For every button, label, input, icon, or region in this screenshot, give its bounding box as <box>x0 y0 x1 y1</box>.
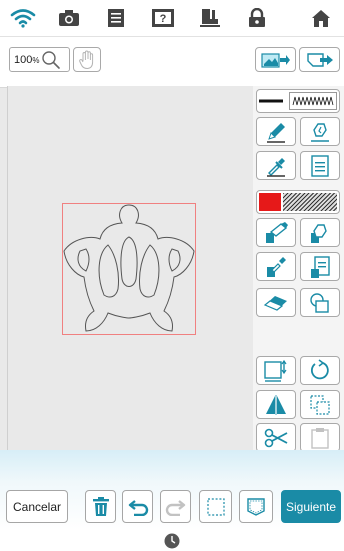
overlap-shapes-icon <box>308 291 332 315</box>
line-properties-button[interactable] <box>300 151 340 180</box>
fill-properties-icon <box>309 255 331 279</box>
trash-icon <box>92 496 110 517</box>
home-icon[interactable] <box>306 6 336 30</box>
magnifier-icon <box>41 50 61 70</box>
pan-button[interactable] <box>73 47 101 72</box>
flip-icon <box>264 394 288 416</box>
redo-button[interactable] <box>160 490 191 523</box>
wifi-icon[interactable] <box>8 6 38 30</box>
pen-button[interactable] <box>256 117 296 146</box>
fill-color-swatch <box>259 193 281 211</box>
document-icon[interactable] <box>101 6 131 30</box>
import-button[interactable] <box>255 47 296 72</box>
fill-eyedropper-icon <box>264 255 288 279</box>
lock-icon[interactable] <box>242 6 272 30</box>
fill-properties-button[interactable] <box>300 252 340 281</box>
line-eyedropper-button[interactable] <box>256 151 296 180</box>
pocket-button[interactable] <box>239 490 273 523</box>
delete-button[interactable] <box>85 490 116 523</box>
resize-button[interactable] <box>256 356 296 385</box>
line-eraser-button[interactable] <box>300 117 340 146</box>
svg-text:?: ? <box>160 13 167 25</box>
eraser-fill-icon <box>308 221 332 245</box>
help-icon[interactable]: ? <box>148 6 178 30</box>
undo-icon <box>127 498 149 516</box>
zoom-button[interactable]: 100 % <box>9 47 70 72</box>
flip-button[interactable] <box>256 390 296 419</box>
line-style-button[interactable] <box>256 89 340 113</box>
cut-button[interactable] <box>256 423 296 452</box>
status-strip <box>0 530 344 551</box>
eraser-icon <box>263 293 289 313</box>
clipboard-icon <box>310 426 330 450</box>
eyedropper-icon <box>264 154 288 178</box>
fill-eyedropper-button[interactable] <box>256 252 296 281</box>
fill-bucket-button[interactable] <box>256 218 296 247</box>
duplicate-icon <box>308 393 332 417</box>
export-icon <box>305 51 335 69</box>
select-area-button[interactable] <box>199 490 232 523</box>
duplicate-button[interactable] <box>300 390 340 419</box>
fill-eraser-button[interactable] <box>300 218 340 247</box>
select-shape-button[interactable] <box>300 288 340 317</box>
drawing-canvas[interactable] <box>7 86 254 450</box>
hand-icon <box>78 50 96 70</box>
eraser-button[interactable] <box>256 288 296 317</box>
zoom-value: 100 <box>14 53 33 66</box>
redo-icon <box>165 498 187 516</box>
next-button[interactable]: Siguiente <box>281 490 341 523</box>
dashed-select-icon <box>206 497 226 517</box>
turtle-outline[interactable] <box>62 203 196 335</box>
camera-icon[interactable] <box>54 6 84 30</box>
solid-line-icon <box>259 98 283 104</box>
resize-icon <box>263 359 289 383</box>
zigzag-stitch-icon <box>289 92 337 110</box>
paste-button[interactable] <box>300 423 340 452</box>
clock-icon <box>164 533 180 549</box>
pocket-icon <box>246 497 266 517</box>
paint-brush-icon <box>263 221 289 245</box>
eraser-line-icon <box>308 120 332 144</box>
pen-icon <box>264 120 288 144</box>
cancel-button[interactable]: Cancelar <box>6 490 68 523</box>
fill-swatch-button[interactable] <box>256 190 340 214</box>
zoom-unit: % <box>32 56 40 65</box>
scissors-icon <box>263 428 289 448</box>
export-button[interactable] <box>299 47 340 72</box>
properties-sheet-icon <box>310 154 330 178</box>
rotate-icon <box>308 358 332 383</box>
import-image-icon <box>260 51 291 69</box>
rotate-button[interactable] <box>300 356 340 385</box>
machine-icon[interactable] <box>195 6 225 30</box>
fill-pattern-icon <box>283 193 337 211</box>
undo-button[interactable] <box>122 490 153 523</box>
top-bar: ? <box>0 0 344 36</box>
